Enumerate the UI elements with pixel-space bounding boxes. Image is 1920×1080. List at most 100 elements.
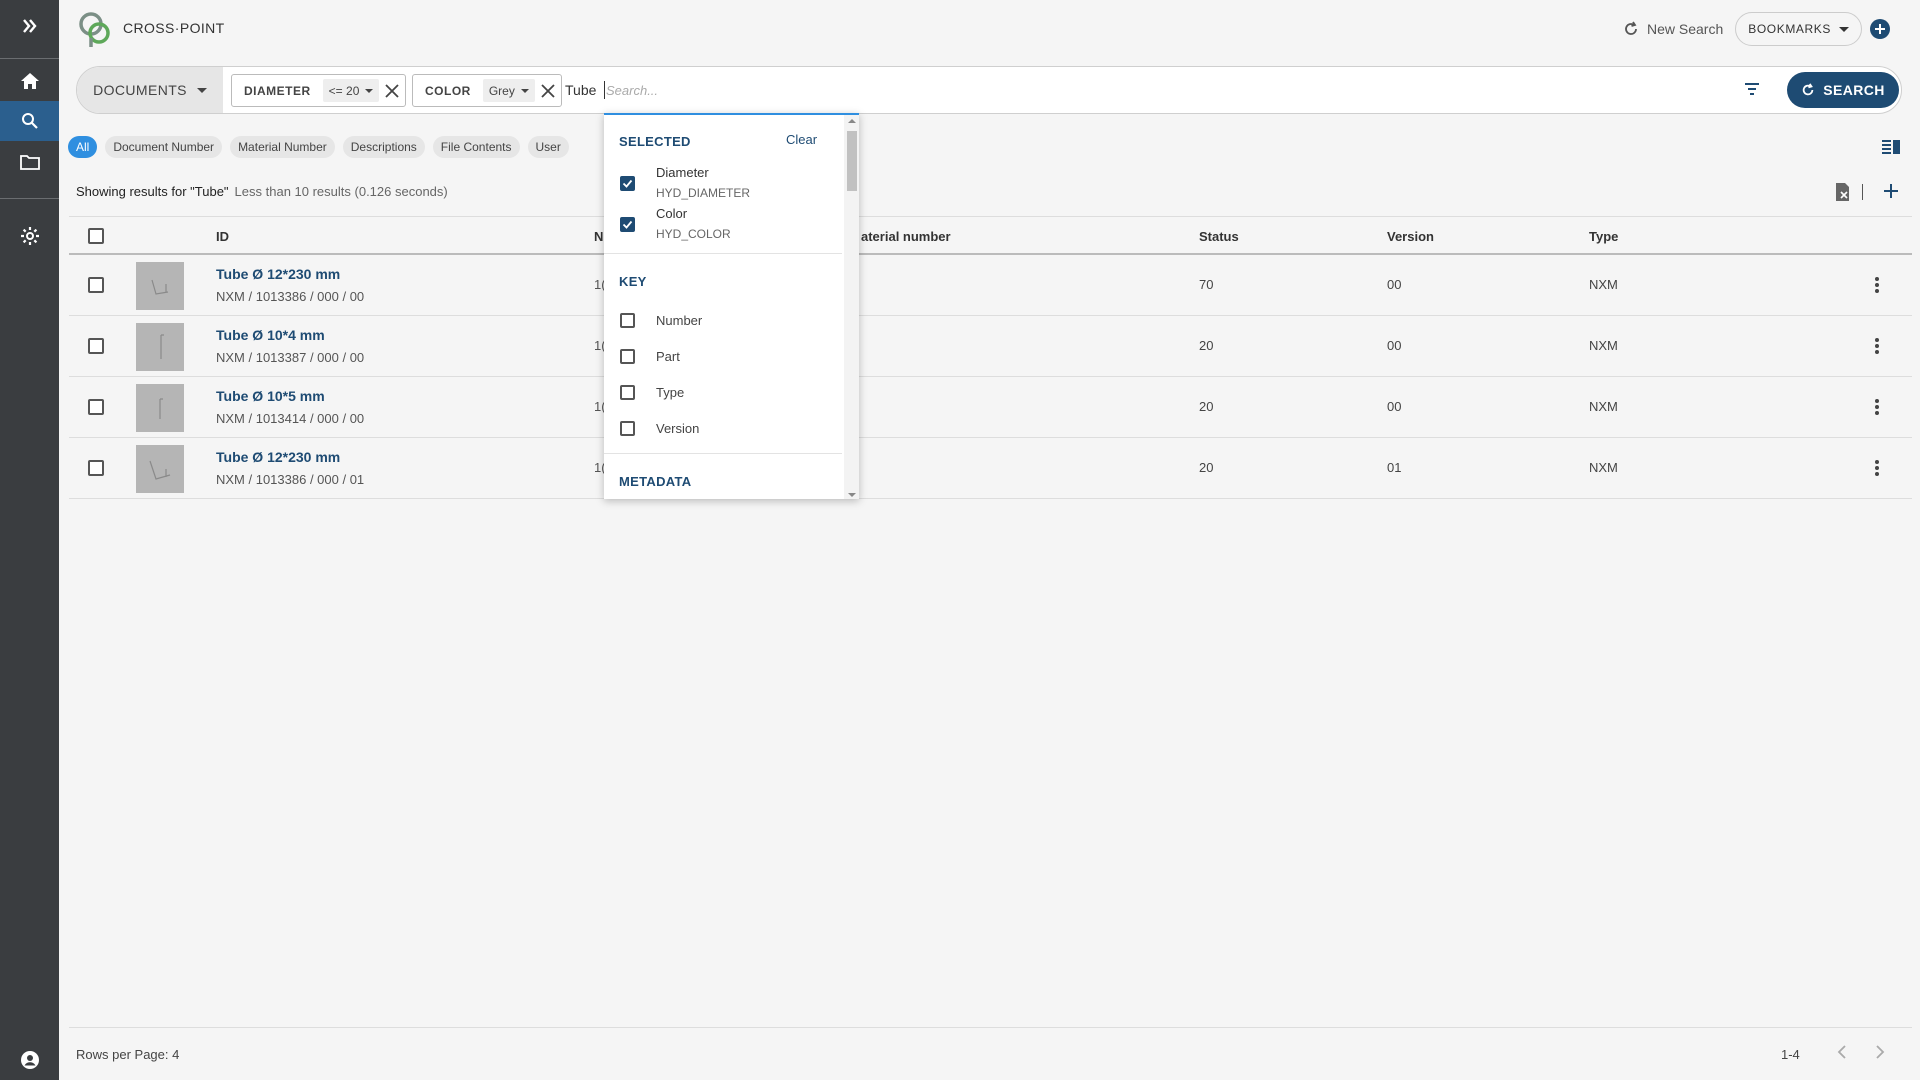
document-title-link[interactable]: Tube Ø 12*230 mm: [216, 449, 340, 465]
tab-user[interactable]: User: [527, 136, 569, 158]
chevron-left-icon[interactable]: [1837, 1044, 1847, 1060]
status-value: 70: [1199, 277, 1214, 292]
document-thumbnail[interactable]: [136, 445, 184, 493]
expand-icon: [22, 19, 37, 33]
column-id[interactable]: ID: [216, 229, 229, 244]
nav-settings[interactable]: [0, 216, 59, 256]
table-row[interactable]: Tube Ø 10*4 mm NXM / 1013387 / 000 / 00 …: [69, 316, 1912, 377]
refresh-icon: [1803, 83, 1814, 96]
close-icon[interactable]: [385, 83, 400, 98]
tab-descriptions[interactable]: Descriptions: [342, 136, 425, 158]
document-thumbnail[interactable]: [136, 262, 184, 310]
field-label: Color: [656, 206, 688, 221]
field-label: Type: [656, 385, 685, 400]
metadata-section-header: METADATA: [619, 474, 692, 489]
field-checkbox-diameter[interactable]: [620, 176, 635, 191]
filter-chip-diameter[interactable]: DIAMETER <= 20: [231, 74, 407, 107]
filter-value: Grey: [488, 83, 515, 98]
view-toggle-icon[interactable]: [1881, 139, 1901, 155]
tab-all[interactable]: All: [68, 136, 98, 158]
new-search-button[interactable]: New Search: [1623, 21, 1723, 37]
row-checkbox[interactable]: [88, 338, 104, 354]
version-value: 00: [1387, 338, 1402, 353]
tab-file-contents[interactable]: File Contents: [432, 136, 520, 158]
filter-chip-color[interactable]: COLOR Grey: [412, 74, 562, 107]
document-thumbnail[interactable]: [136, 323, 184, 371]
type-value: NXM: [1589, 399, 1618, 414]
version-value: 00: [1387, 277, 1402, 292]
row-checkbox[interactable]: [88, 460, 104, 476]
document-thumbnail[interactable]: [136, 384, 184, 432]
type-value: NXM: [1589, 460, 1618, 475]
field-code: HYD_DIAMETER: [656, 186, 751, 200]
table-row[interactable]: Tube Ø 12*230 mm NXM / 1013386 / 000 / 0…: [69, 255, 1912, 316]
rail-divider: [0, 198, 59, 199]
select-all-checkbox[interactable]: [88, 228, 104, 244]
expand-rail-button[interactable]: [0, 6, 59, 46]
filter-key: DIAMETER: [244, 83, 311, 98]
document-id: NXM / 1013414 / 000 / 00: [216, 411, 365, 426]
document-title-link[interactable]: Tube Ø 10*5 mm: [216, 388, 325, 404]
scroll-down-arrow[interactable]: [848, 493, 856, 497]
export-icon[interactable]: [1834, 182, 1852, 202]
status-value: 20: [1199, 399, 1214, 414]
document-id: NXM / 1013386 / 000 / 00: [216, 289, 365, 304]
table-row[interactable]: Tube Ø 10*5 mm NXM / 1013414 / 000 / 00 …: [69, 377, 1912, 438]
column-type[interactable]: Type: [1589, 229, 1618, 244]
field-checkbox-number[interactable]: [620, 313, 635, 328]
add-button[interactable]: [1870, 19, 1890, 39]
column-number[interactable]: N: [594, 229, 603, 244]
chevron-down-icon: [365, 88, 374, 93]
tab-document-number[interactable]: Document Number: [105, 136, 223, 158]
column-status[interactable]: Status: [1199, 229, 1239, 244]
field-label: Diameter: [656, 165, 709, 180]
nav-folders[interactable]: [0, 142, 59, 182]
add-icon: [1875, 24, 1885, 34]
filter-value-dropdown[interactable]: Grey: [482, 79, 535, 102]
field-checkbox-color[interactable]: [620, 217, 635, 232]
more-vert-icon[interactable]: [1874, 459, 1880, 477]
filter-value-dropdown[interactable]: <= 20: [322, 79, 380, 102]
search-button[interactable]: SEARCH: [1787, 72, 1899, 108]
section-divider: [604, 453, 842, 454]
more-vert-icon[interactable]: [1874, 276, 1880, 294]
nav-search[interactable]: [0, 101, 59, 141]
add-icon[interactable]: [1883, 183, 1899, 199]
column-version[interactable]: Version: [1387, 229, 1434, 244]
results-query: Showing results for "Tube": [76, 184, 229, 199]
nav-account[interactable]: [0, 1040, 59, 1080]
field-checkbox-part[interactable]: [620, 349, 635, 364]
row-checkbox[interactable]: [88, 277, 104, 293]
column-material-number[interactable]: aterial number: [861, 229, 951, 244]
more-vert-icon[interactable]: [1874, 337, 1880, 355]
document-id: NXM / 1013387 / 000 / 00: [216, 350, 365, 365]
dropdown-scrollbar[interactable]: [844, 115, 859, 499]
chevron-right-icon[interactable]: [1875, 1044, 1885, 1060]
scope-dropdown[interactable]: DOCUMENTS: [77, 67, 223, 113]
document-title-link[interactable]: Tube Ø 12*230 mm: [216, 266, 340, 282]
nav-home[interactable]: [0, 61, 59, 101]
close-icon[interactable]: [541, 83, 555, 98]
scroll-thumb[interactable]: [847, 131, 857, 191]
table-row[interactable]: Tube Ø 12*230 mm NXM / 1013386 / 000 / 0…: [69, 438, 1912, 499]
field-checkbox-type[interactable]: [620, 385, 635, 400]
scroll-up-arrow[interactable]: [848, 119, 856, 123]
refresh-icon: [1625, 21, 1637, 35]
field-label: Number: [656, 313, 703, 328]
selected-section-header: SELECTED: [619, 134, 691, 149]
filter-icon[interactable]: [1743, 81, 1761, 97]
field-checkbox-version[interactable]: [620, 421, 635, 436]
version-value: 00: [1387, 399, 1402, 414]
row-checkbox[interactable]: [88, 399, 104, 415]
table-header: ID N aterial number Status Version Type: [69, 216, 1912, 255]
scope-label: DOCUMENTS: [93, 82, 187, 98]
document-title-link[interactable]: Tube Ø 10*4 mm: [216, 327, 325, 343]
bookmarks-dropdown[interactable]: BOOKMARKS: [1735, 12, 1862, 46]
tab-material-number[interactable]: Material Number: [230, 136, 335, 158]
more-vert-icon[interactable]: [1874, 398, 1880, 416]
search-input[interactable]: [606, 78, 1206, 102]
key-section-header: KEY: [619, 274, 647, 289]
clear-button[interactable]: Clear: [786, 132, 817, 147]
rows-per-page[interactable]: Rows per Page: 4: [76, 1047, 179, 1062]
search-bar: DOCUMENTS DIAMETER <= 20 COLOR Grey Tube…: [76, 66, 1902, 114]
